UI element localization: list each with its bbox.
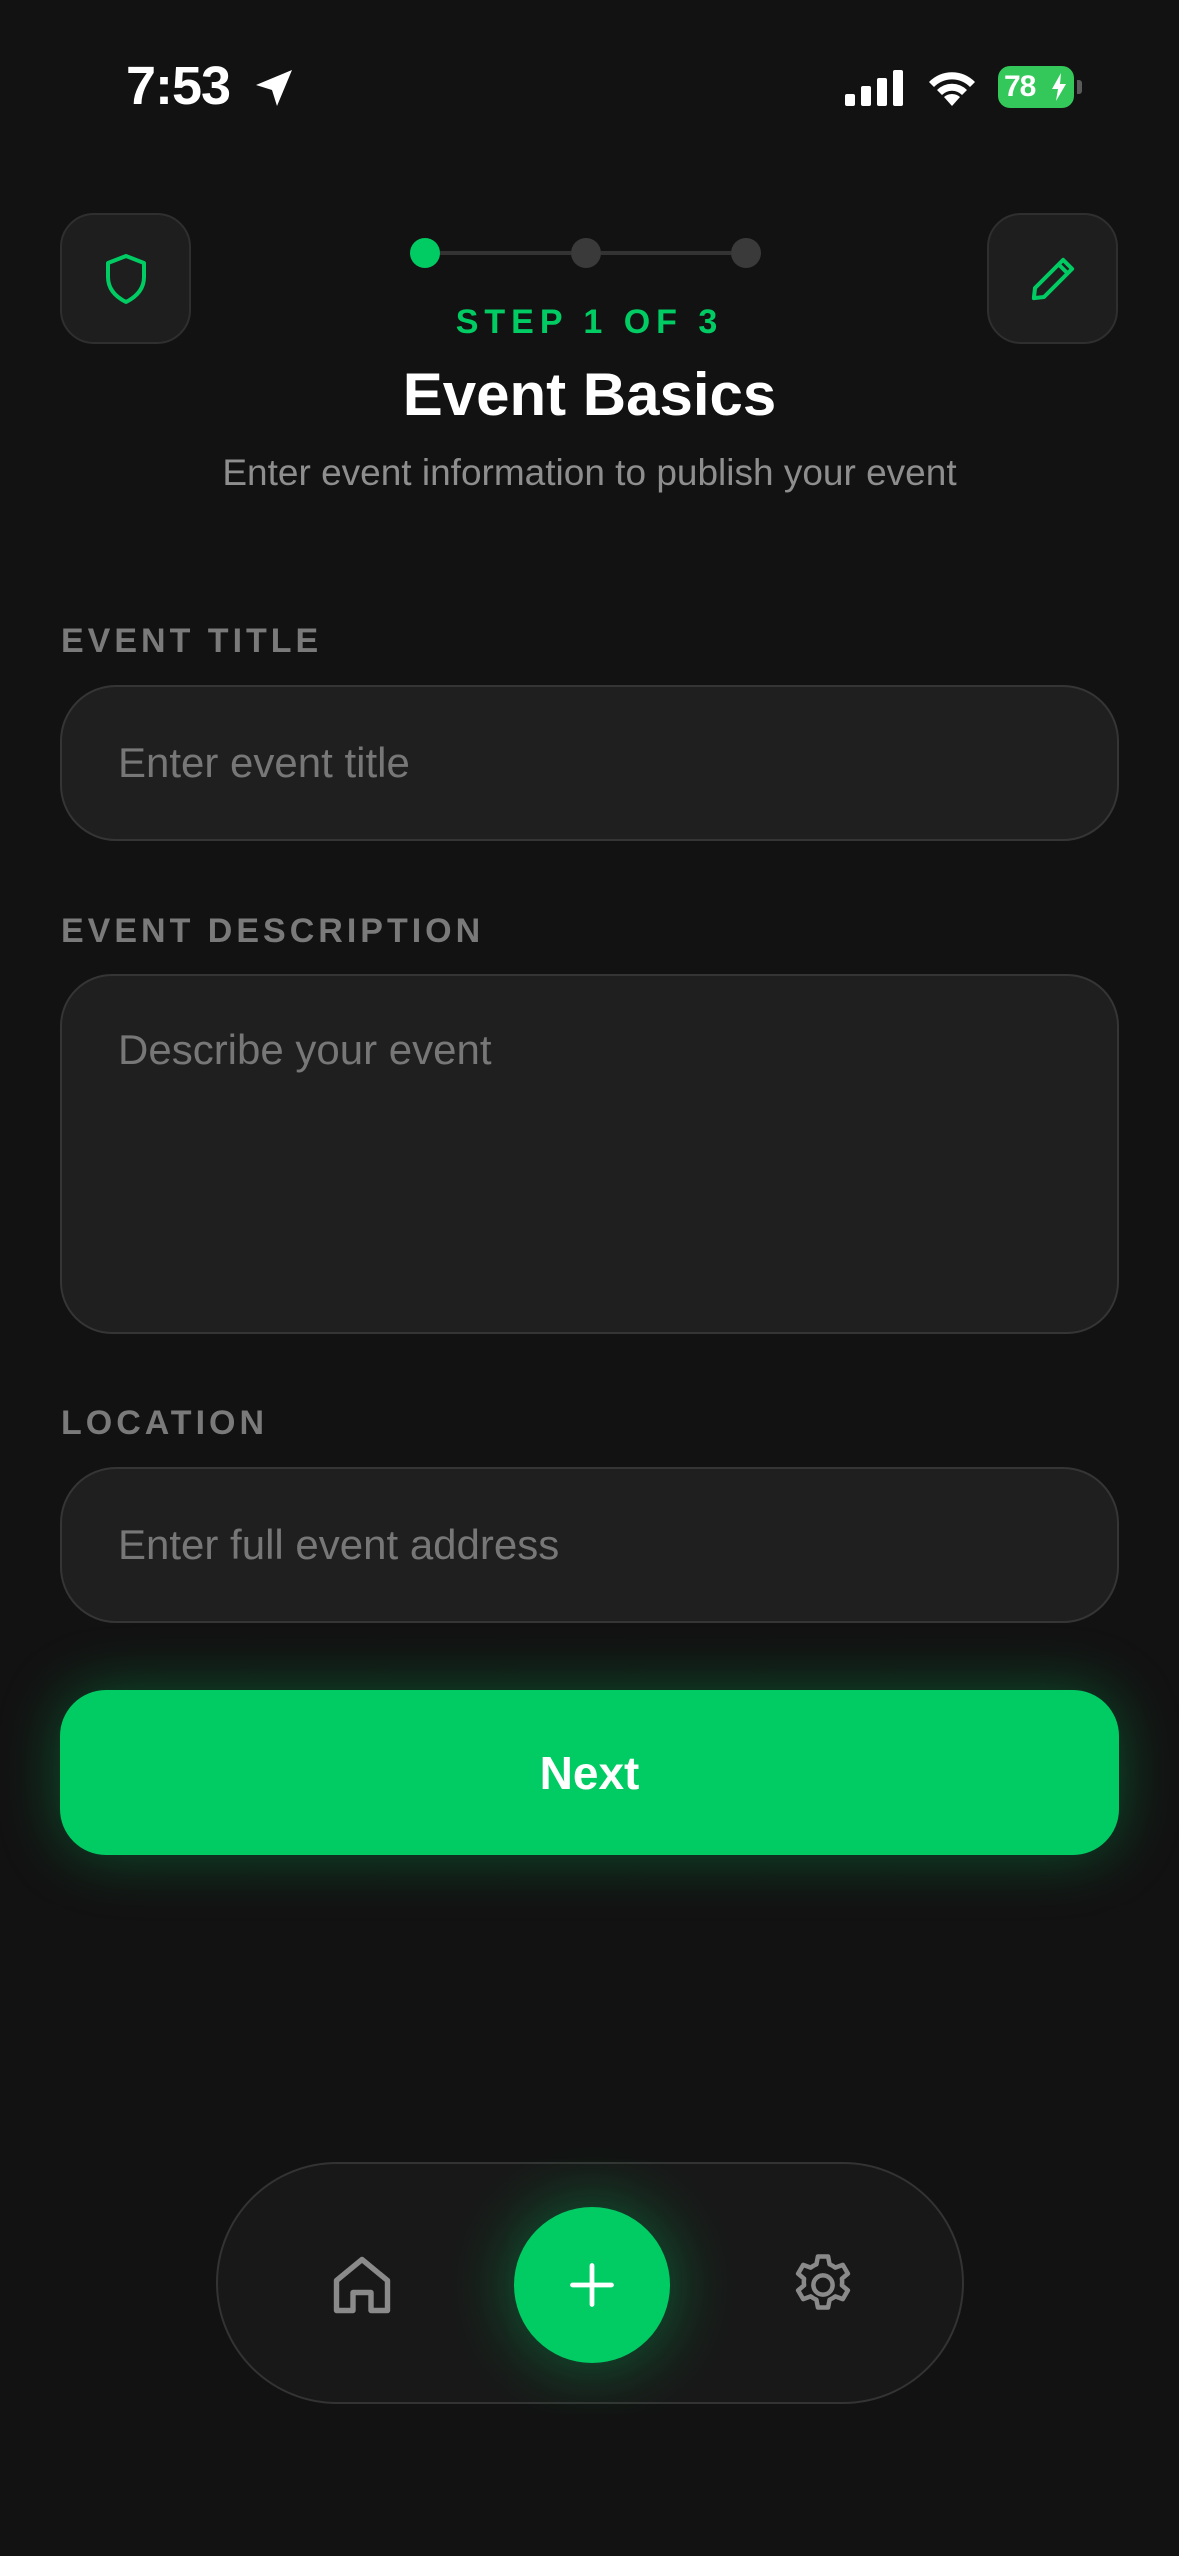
status-bar: 7:53 78 — [0, 0, 1179, 175]
event-description-field — [60, 974, 1119, 1334]
location-input[interactable] — [62, 1469, 1117, 1621]
add-event-button[interactable] — [514, 2207, 670, 2363]
pencil-icon — [1031, 257, 1074, 300]
battery-cap — [1077, 80, 1082, 94]
next-button[interactable]: Next — [60, 1690, 1119, 1855]
status-time: 7:53 — [126, 56, 231, 116]
page-subtitle: Enter event information to publish your … — [222, 452, 957, 493]
signal-icon — [845, 70, 903, 106]
home-icon[interactable] — [326, 2249, 398, 2321]
wifi-icon — [929, 72, 975, 106]
battery-charging-icon: 78 — [998, 66, 1082, 108]
location-arrow-icon — [256, 70, 292, 106]
location-label: LOCATION — [61, 1404, 269, 1442]
charging-bolt-icon — [1052, 73, 1066, 101]
step-connector — [601, 251, 731, 255]
shield-icon — [105, 253, 146, 304]
event-create-screen: 7:53 78 STEP 1 OF 3 Event Basics Enter e… — [0, 0, 1179, 2556]
step-connector — [440, 251, 571, 255]
step-label: STEP 1 OF 3 — [455, 303, 724, 341]
bottom-nav — [216, 2162, 964, 2404]
step-dot-3 — [731, 238, 761, 268]
event-title-input[interactable] — [62, 687, 1117, 839]
battery-level: 78 — [1004, 70, 1036, 103]
event-title-field — [60, 685, 1119, 841]
plus-icon — [570, 2263, 614, 2307]
page-title: Event Basics — [402, 361, 777, 428]
location-field — [60, 1467, 1119, 1623]
event-description-label: EVENT DESCRIPTION — [61, 912, 485, 950]
step-progress — [410, 236, 770, 270]
event-description-input[interactable] — [62, 976, 1117, 1332]
event-title-label: EVENT TITLE — [61, 622, 323, 660]
step-dot-2 — [571, 238, 601, 268]
gear-icon[interactable] — [787, 2249, 859, 2321]
step-dot-1 — [410, 238, 440, 268]
